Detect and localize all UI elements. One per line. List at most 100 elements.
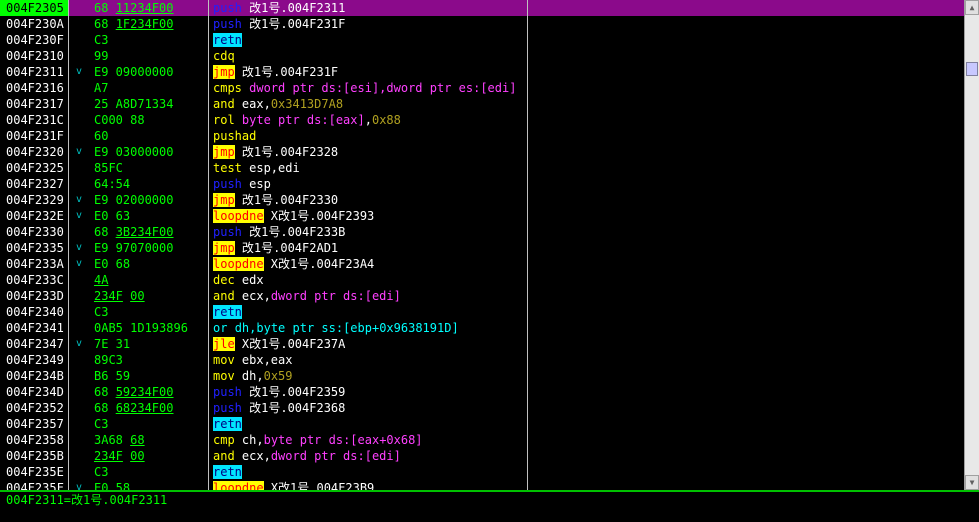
disasm-row[interactable]: 004F233C 4A dec edx — [0, 272, 964, 288]
disasm-row[interactable]: 004F2329 v E9 02000000 jmp 改1号.004F2330 — [0, 192, 964, 208]
disasm-row[interactable]: 004F2347 v 7E 31 jle X改1号.004F237A — [0, 336, 964, 352]
address-cell: 004F2347 — [6, 337, 64, 351]
disasm-row[interactable]: 004F2317 25 A8D71334 and eax,0x3413D7A8 — [0, 96, 964, 112]
disasm-token: and — [213, 289, 242, 303]
disasm-token: 改1号.004F233B — [241, 225, 346, 239]
hex-part: 68 — [94, 1, 116, 15]
disasm-cell: loopdne X改1号.004F23A4 — [213, 256, 374, 272]
address-cell: 004F230A — [6, 17, 64, 31]
disasm-row[interactable]: 004F2340 C3 retn — [0, 304, 964, 320]
disasm-cell: pushad — [213, 128, 256, 144]
disasm-row[interactable]: 004F235F v E0 58 loopdne X改1号.004F23B9 — [0, 480, 964, 490]
disasm-token: , — [364, 113, 372, 127]
hex-part: 68 — [94, 385, 116, 399]
address-cell: 004F2357 — [6, 417, 64, 431]
disasm-cell: retn — [213, 304, 242, 320]
disasm-token: push — [213, 401, 242, 415]
disasm-token: 改1号.004F2368 — [241, 401, 346, 415]
hex-cell: 3A68 68 — [94, 432, 145, 448]
address-cell: 004F2335 — [6, 241, 64, 255]
disasm-row[interactable]: 004F2311 v E9 09000000 jmp 改1号.004F231F — [0, 64, 964, 80]
disasm-token: loopdne — [213, 481, 264, 490]
disasm-row[interactable]: 004F235E C3 retn — [0, 464, 964, 480]
disasm-row[interactable]: 004F231C C000 88 rol byte ptr ds:[eax],0x8… — [0, 112, 964, 128]
disasm-row[interactable]: 004F235B 234F 00 and ecx,dword ptr ds:[edi… — [0, 448, 964, 464]
disasm-row[interactable]: 004F2341 0AB5 1D193896 or dh,byte ptr ss:[… — [0, 320, 964, 336]
disasm-cell: dec edx — [213, 272, 264, 288]
hex-cell: 234F 00 — [94, 448, 145, 464]
hex-cell: 4A — [94, 272, 108, 288]
disasm-row[interactable]: 004F2310 99 cdq — [0, 48, 964, 64]
jump-arrow-icon: v — [76, 338, 83, 349]
disasm-row[interactable]: 004F2305 68 11234F00 push 改1号.004F2311 — [0, 0, 964, 16]
address-cell: 004F2341 — [6, 321, 64, 335]
disasm-row[interactable]: 004F2335 v E9 97070000 jmp 改1号.004F2AD1 — [0, 240, 964, 256]
disasm-cell: test esp,edi — [213, 160, 300, 176]
disasm-row[interactable]: 004F234B B6 59 mov dh,0x59 — [0, 368, 964, 384]
address-cell: 004F2305 — [0, 0, 68, 16]
jump-arrow-icon: v — [76, 210, 83, 221]
disasm-token: dword ptr ds:[esi],dword ptr es:[edi] — [249, 81, 517, 95]
disasm-row[interactable]: 004F234D 68 59234F00 push 改1号.004F2359 — [0, 384, 964, 400]
disasm-cell: loopdne X改1号.004F2393 — [213, 208, 374, 224]
hex-part: 64:54 — [94, 177, 131, 191]
disasm-row[interactable]: 004F2316 A7 cmps dword ptr ds:[esi],dword … — [0, 80, 964, 96]
hex-part: 85FC — [94, 161, 123, 175]
disasm-token: 0x3413D7A8 — [270, 97, 344, 111]
scroll-down-button[interactable]: ▼ — [965, 475, 979, 490]
disasm-row[interactable]: 004F2352 68 68234F00 push 改1号.004F2368 — [0, 400, 964, 416]
disasm-token: dh, — [234, 321, 257, 335]
disasm-cell: mov dh,0x59 — [213, 368, 293, 384]
hex-cell: 68 3B234F00 — [94, 224, 173, 240]
disasm-token: 改1号.004F2AD1 — [234, 241, 339, 255]
disasm-row[interactable]: 004F230F C3 retn — [0, 32, 964, 48]
disasm-row[interactable]: 004F2327 64:54 push esp — [0, 176, 964, 192]
disasm-token: 0x88 — [371, 113, 401, 127]
hex-cell: E9 03000000 — [94, 144, 173, 160]
hex-cell: C000 88 — [94, 112, 145, 128]
disasm-row[interactable]: 004F2330 68 3B234F00 push 改1号.004F233B — [0, 224, 964, 240]
disasm-row[interactable]: 004F232E v E0 63 loopdne X改1号.004F2393 — [0, 208, 964, 224]
disasm-token: 改1号.004F2359 — [241, 385, 346, 399]
disasm-row[interactable]: 004F233A v E0 68 loopdne X改1号.004F23A4 — [0, 256, 964, 272]
disasm-cell: jmp 改1号.004F231F — [213, 64, 338, 80]
jump-arrow-icon: v — [76, 194, 83, 205]
disasm-cell: loopdne X改1号.004F23B9 — [213, 480, 374, 490]
disasm-row[interactable]: 004F2349 89C3 mov ebx,eax — [0, 352, 964, 368]
disasm-row[interactable]: 004F2358 3A68 68 cmp ch,byte ptr ds:[eax+0… — [0, 432, 964, 448]
disasm-token: ecx, — [241, 289, 271, 303]
disasm-token: 改1号.004F2328 — [234, 145, 339, 159]
address-cell: 004F234D — [6, 385, 64, 399]
address-cell: 004F2340 — [6, 305, 64, 319]
hex-cell: 64:54 — [94, 176, 130, 192]
jump-arrow-icon: v — [76, 242, 83, 253]
hex-cell: 68 68234F00 — [94, 400, 173, 416]
hex-part: B6 59 — [94, 369, 131, 383]
hex-part: 68 — [130, 433, 145, 447]
hex-part: 3A68 — [94, 433, 131, 447]
column-separator-address — [68, 0, 69, 490]
disasm-token: jle — [213, 337, 235, 351]
disasm-token: edx — [241, 273, 264, 287]
disasm-token: dword ptr ds:[edi] — [270, 289, 401, 303]
hex-part: E9 03000000 — [94, 145, 174, 159]
disasm-token: mov — [213, 353, 242, 367]
disasm-row[interactable]: 004F233D 234F 00 and ecx,dword ptr ds:[edi… — [0, 288, 964, 304]
disasm-token: push — [213, 1, 242, 15]
disasm-row[interactable]: 004F230A 68 1F234F00 push 改1号.004F231F — [0, 16, 964, 32]
disasm-row[interactable]: 004F2357 C3 retn — [0, 416, 964, 432]
scroll-thumb[interactable] — [966, 62, 978, 76]
disasm-row[interactable]: 004F2325 85FC test esp,edi — [0, 160, 964, 176]
scroll-up-button[interactable]: ▲ — [965, 0, 979, 15]
disassembly-pane[interactable]: 004F2305 68 11234F00 push 改1号.004F2311 004F… — [0, 0, 979, 490]
hex-part: C3 — [94, 465, 109, 479]
hex-part: 68234F00 — [115, 401, 174, 415]
column-separator-hex — [208, 0, 209, 490]
disasm-row[interactable]: 004F2320 v E9 03000000 jmp 改1号.004F2328 — [0, 144, 964, 160]
address-cell: 004F233D — [6, 289, 64, 303]
disasm-token: 改1号.004F2311 — [241, 1, 346, 15]
vertical-scrollbar[interactable]: ▲ ▼ — [964, 0, 979, 490]
disasm-row[interactable]: 004F231F 60 pushad — [0, 128, 964, 144]
disasm-token: esp — [241, 177, 271, 191]
disasm-token: push — [213, 17, 242, 31]
